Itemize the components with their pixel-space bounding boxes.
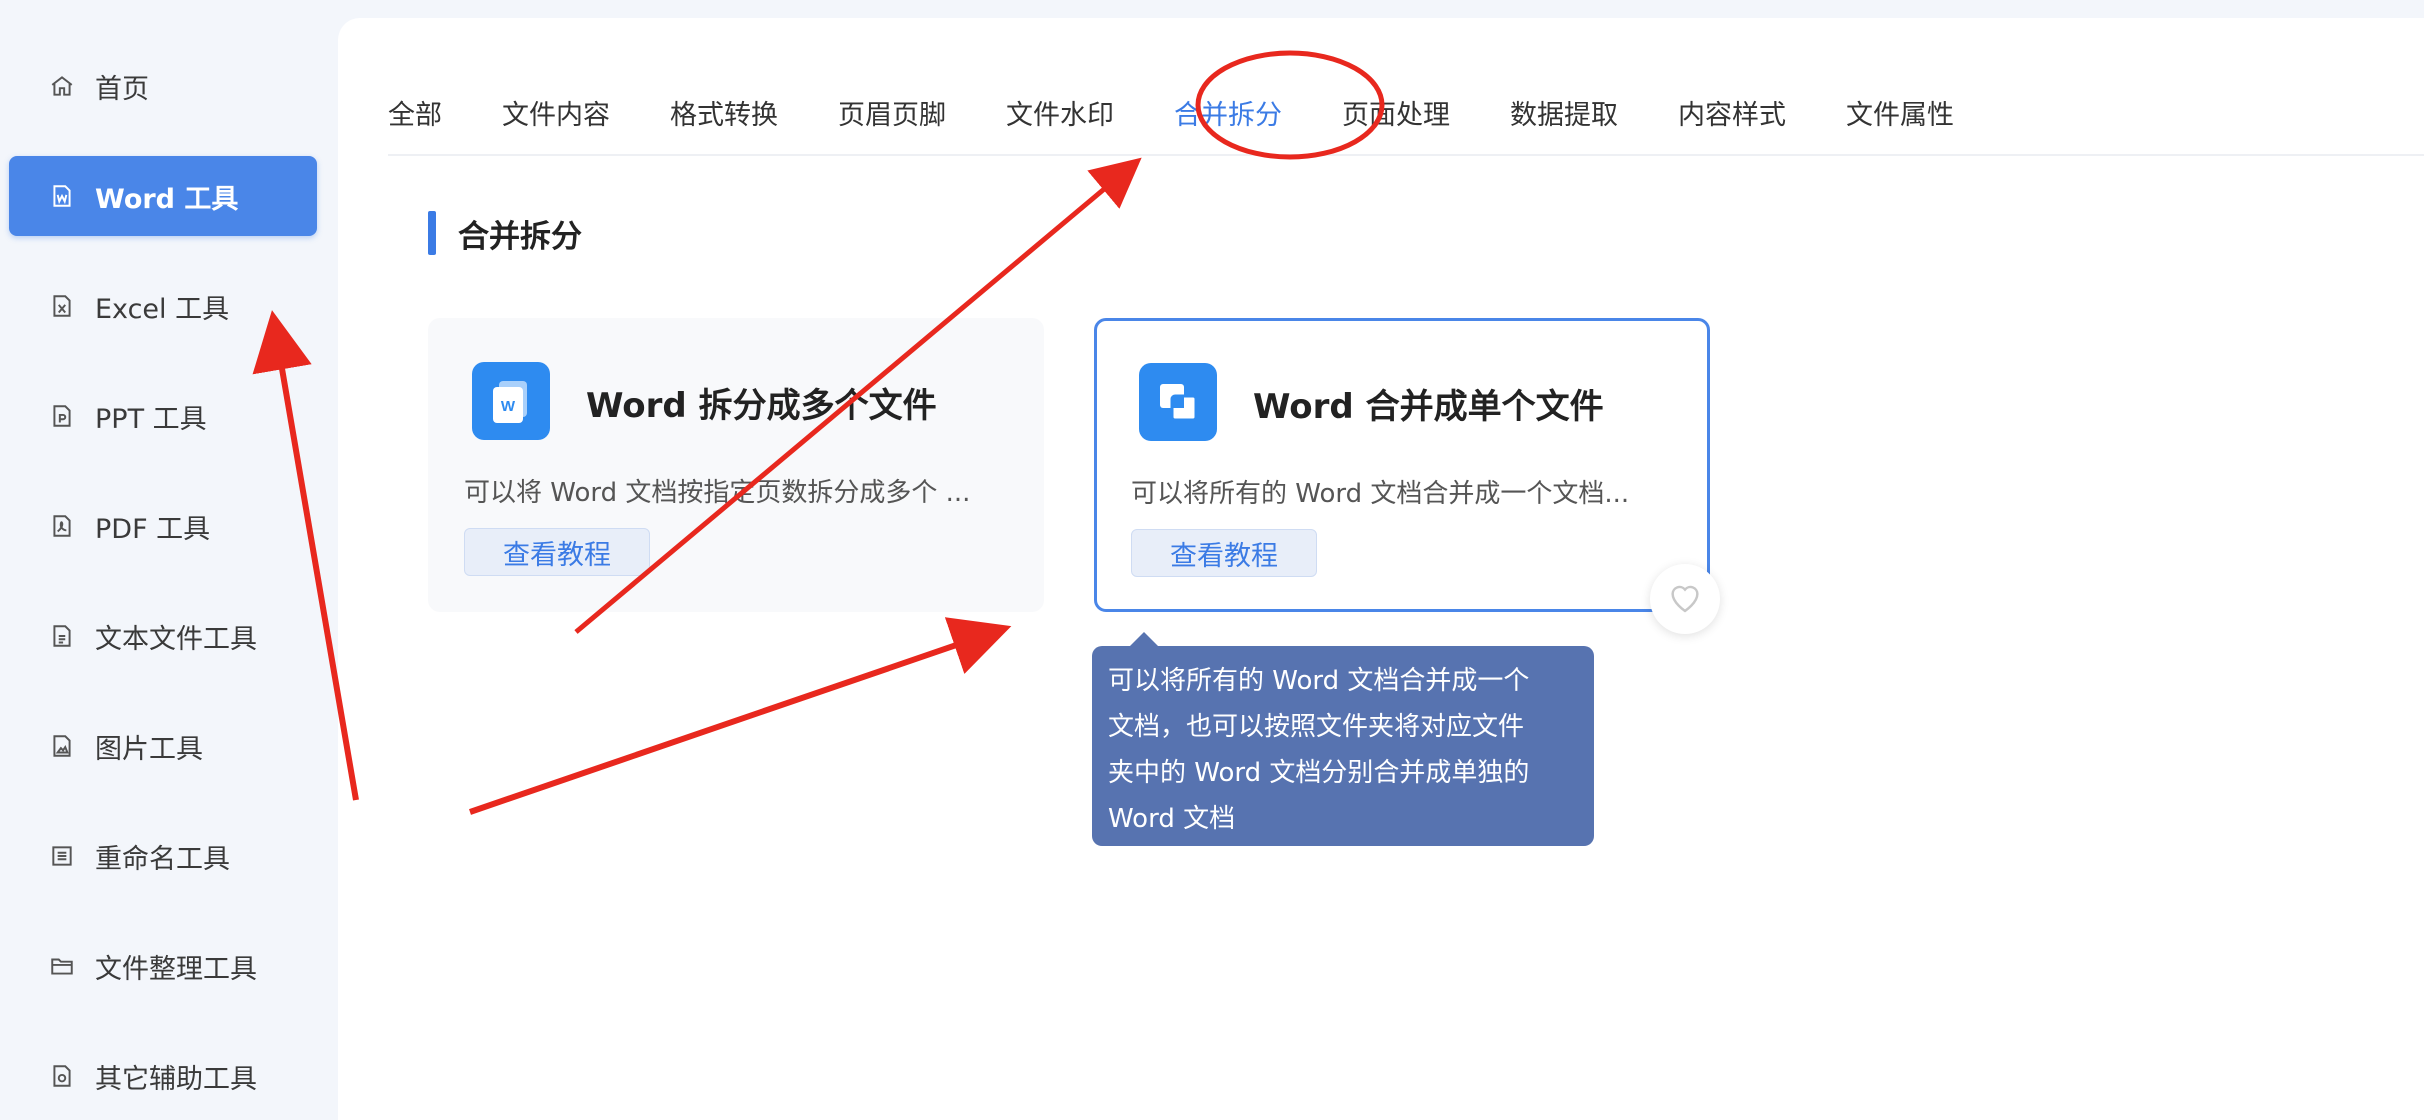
category-tabs: 全部 文件内容 格式转换 页眉页脚 文件水印 合并拆分 页面处理 数据提取 内容…: [388, 80, 2424, 144]
word-merge-icon: [1139, 363, 1217, 441]
sidebar-item-label: 首页: [95, 73, 149, 105]
tab-header-footer[interactable]: 页眉页脚: [838, 93, 946, 132]
sidebar-item-label: 其它辅助工具: [95, 1063, 257, 1095]
sidebar-item-label: Excel 工具: [95, 293, 230, 325]
tab-content-style[interactable]: 内容样式: [1678, 93, 1786, 132]
image-file-icon: [47, 731, 77, 761]
tools-icon: [47, 1061, 77, 1091]
tab-file-content[interactable]: 文件内容: [502, 93, 610, 132]
card-title: Word 合并成单个文件: [1253, 387, 1604, 427]
sidebar-item-rename[interactable]: 重命名工具: [9, 816, 317, 896]
tab-data-extract[interactable]: 数据提取: [1510, 93, 1618, 132]
tab-all[interactable]: 全部: [388, 93, 442, 132]
tooltip-arrow: [1130, 632, 1158, 646]
card-title: Word 拆分成多个文件: [586, 386, 937, 426]
sidebar-item-organize[interactable]: 文件整理工具: [9, 926, 317, 1006]
ppt-file-icon: [47, 401, 77, 431]
view-tutorial-button[interactable]: 查看教程: [464, 528, 650, 576]
sidebar-item-other-tools[interactable]: 其它辅助工具: [9, 1036, 317, 1116]
home-icon: [47, 71, 77, 101]
sidebar-item-label: 文件整理工具: [95, 953, 257, 985]
sidebar-item-label: 重命名工具: [95, 843, 230, 875]
sidebar-item-excel[interactable]: Excel 工具: [9, 266, 317, 346]
favorite-button[interactable]: [1650, 564, 1720, 634]
sidebar-item-label: 文本文件工具: [95, 623, 257, 655]
text-file-icon: [47, 621, 77, 651]
sidebar-item-image[interactable]: 图片工具: [9, 706, 317, 786]
sidebar-item-ppt[interactable]: PPT 工具: [9, 376, 317, 456]
word-file-icon: [47, 181, 77, 211]
card-tooltip: 可以将所有的 Word 文档合并成一个 文档，也可以按照文件夹将对应文件 夹中的…: [1092, 646, 1594, 846]
section-accent-bar: [428, 211, 436, 255]
sidebar-item-label: PDF 工具: [95, 513, 211, 545]
view-tutorial-button[interactable]: 查看教程: [1131, 529, 1317, 577]
sidebar-item-pdf[interactable]: PDF 工具: [9, 486, 317, 566]
tool-card-word-split[interactable]: W Word 拆分成多个文件 可以将 Word 文档按指定页数拆分成多个 ...…: [428, 318, 1044, 612]
section-title: 合并拆分: [458, 218, 582, 255]
sidebar-item-label: PPT 工具: [95, 403, 207, 435]
tab-file-properties[interactable]: 文件属性: [1846, 93, 1954, 132]
excel-file-icon: [47, 291, 77, 321]
sidebar-item-label: Word 工具: [95, 183, 239, 215]
word-split-icon: W: [472, 362, 550, 440]
card-description: 可以将所有的 Word 文档合并成一个文档...: [1131, 479, 1630, 509]
pdf-file-icon: [47, 511, 77, 541]
sidebar-item-home[interactable]: 首页: [9, 46, 317, 126]
heart-icon: [1666, 580, 1704, 618]
section-header: 合并拆分: [428, 210, 582, 256]
sidebar-item-text[interactable]: 文本文件工具: [9, 596, 317, 676]
tooltip-line: Word 文档: [1108, 804, 1236, 834]
tab-format-convert[interactable]: 格式转换: [670, 93, 778, 132]
tool-card-word-merge[interactable]: Word 合并成单个文件 可以将所有的 Word 文档合并成一个文档... 查看…: [1094, 318, 1710, 612]
tooltip-line: 文档，也可以按照文件夹将对应文件: [1108, 712, 1525, 742]
tab-divider: [388, 154, 2424, 156]
card-description: 可以将 Word 文档按指定页数拆分成多个 ...: [464, 478, 971, 508]
sidebar-item-word[interactable]: Word 工具: [9, 156, 317, 236]
tooltip-line: 夹中的 Word 文档分别合并成单独的: [1108, 758, 1530, 788]
svg-text:W: W: [501, 398, 516, 415]
tooltip-line: 可以将所有的 Word 文档合并成一个: [1108, 666, 1530, 696]
tab-merge-split[interactable]: 合并拆分: [1174, 93, 1282, 132]
tab-page-process[interactable]: 页面处理: [1342, 93, 1450, 132]
folder-icon: [47, 951, 77, 981]
tab-watermark[interactable]: 文件水印: [1006, 93, 1114, 132]
sidebar: 首页 Word 工具 Excel 工具 PPT 工具 PDF 工具 文本文件工具: [0, 0, 330, 1120]
sidebar-item-label: 图片工具: [95, 733, 203, 765]
rename-icon: [47, 841, 77, 871]
